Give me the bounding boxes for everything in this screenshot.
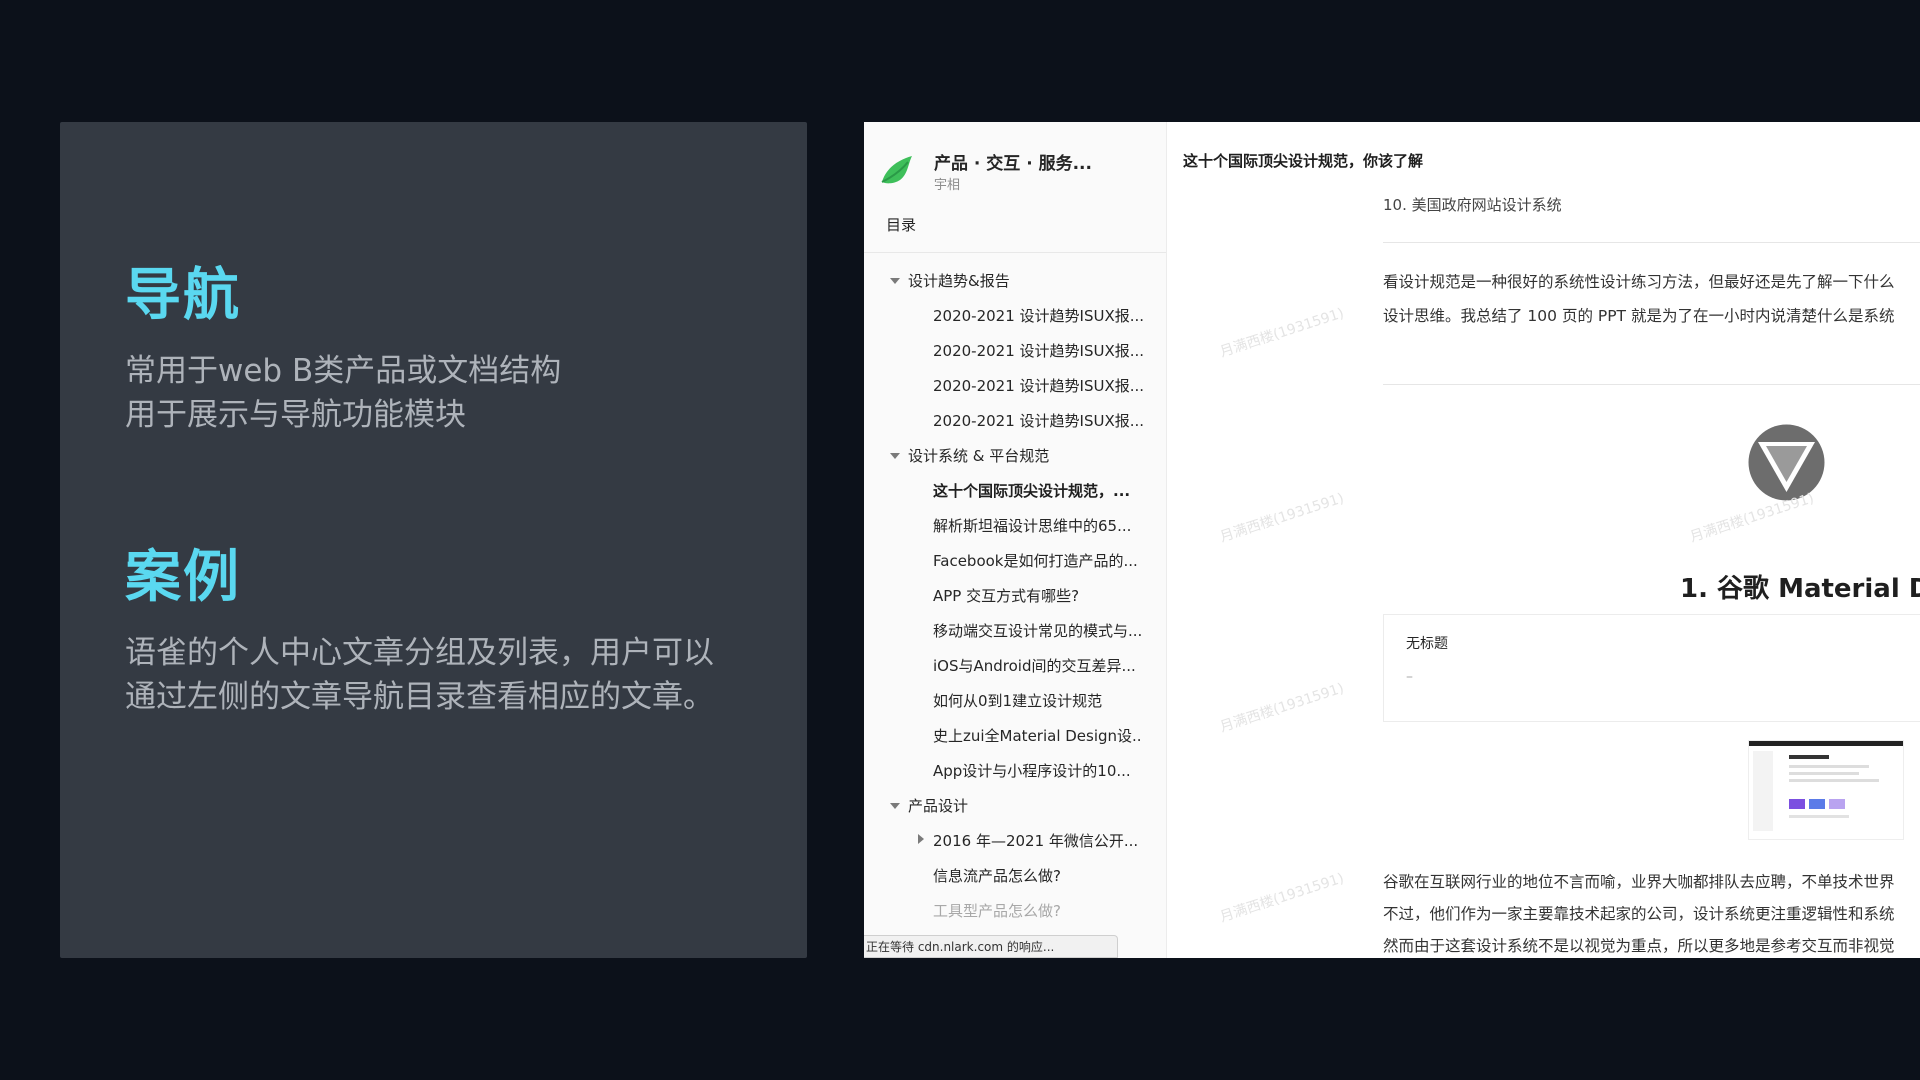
case-description: 语雀的个人中心文章分组及列表，用户可以 通过左侧的文章导航目录查看相应的文章。 — [125, 631, 765, 719]
nav-description: 常用于web B类产品或文档结构 用于展示与导航功能模块 — [125, 349, 765, 437]
nav-line-2: 用于展示与导航功能模块 — [125, 397, 466, 433]
yuque-bird-logo-icon — [881, 156, 912, 184]
toc-item[interactable]: 工具型产品怎么做? — [933, 900, 1143, 922]
case-line-2: 通过左侧的文章导航目录查看相应的文章。 — [125, 679, 714, 715]
watermark: 月满西楼(1931591) — [1218, 870, 1346, 926]
browser-status-bar: 正在等待 cdn.nlark.com 的响应... — [864, 935, 1118, 958]
toc-item[interactable]: 2016 年—2021 年微信公开... — [933, 830, 1143, 852]
guidelines-thumbnail-image[interactable] — [1748, 740, 1904, 840]
toc-item[interactable]: App设计与小程序设计的10... — [933, 760, 1143, 782]
article-toc-line[interactable]: 10. 美国政府网站设计系统 — [1383, 194, 1562, 215]
toc-group-product-design[interactable]: 产品设计 — [908, 795, 968, 817]
toc-group-trends[interactable]: 设计趋势&报告 — [908, 270, 1010, 292]
watermark: 月满西楼(1931591) — [1218, 680, 1346, 736]
toc-sidebar: 产品 · 交互 · 服务... 宇相 目录 设计趋势&报告 2020-2021 … — [864, 122, 1167, 958]
body-line-3: 然而由于这套设计系统不是以视觉为重点，所以更多地是参考交互而非视觉 — [1383, 937, 1895, 955]
divider — [1383, 384, 1920, 385]
toc-item[interactable]: 2020-2021 设计趋势ISUX报... — [933, 410, 1143, 432]
nav-line-1: 常用于web B类产品或文档结构 — [125, 353, 562, 389]
embed-desc: – — [1406, 669, 1413, 685]
toc-item[interactable]: iOS与Android间的交互差异... — [933, 655, 1143, 677]
embed-title: 无标题 — [1406, 636, 1448, 652]
toc-label: 目录 — [886, 216, 917, 234]
toc-item[interactable]: 如何从0到1建立设计规范 — [933, 690, 1143, 712]
toc-item[interactable]: 2020-2021 设计趋势ISUX报... — [933, 340, 1143, 362]
material-design-logo-icon — [1748, 424, 1825, 501]
toc-item-active[interactable]: 这十个国际顶尖设计规范，... — [933, 480, 1143, 502]
nav-heading: 导航 — [125, 263, 241, 328]
caret-down-icon[interactable] — [890, 278, 900, 284]
book-owner[interactable]: 宇相 — [934, 174, 960, 193]
toc-item[interactable]: 移动端交互设计常见的模式与... — [933, 620, 1143, 642]
section-heading: 1. 谷歌 Material Design — [1680, 574, 1920, 604]
toc-divider — [864, 252, 1166, 253]
toc-item[interactable]: 2020-2021 设计趋势ISUX报... — [933, 305, 1143, 327]
caret-down-icon[interactable] — [890, 453, 900, 459]
info-card: 导航 常用于web B类产品或文档结构 用于展示与导航功能模块 案例 语雀的个人… — [60, 122, 807, 958]
watermark: 月满西楼(1931591) — [1218, 490, 1346, 546]
divider — [1383, 242, 1920, 243]
body-line-1: 谷歌在互联网行业的地位不言而喻，业界大咖都排队去应聘，不单技术世界 — [1383, 873, 1895, 891]
toc-item[interactable]: Facebook是如何打造产品的... — [933, 550, 1143, 572]
caret-down-icon[interactable] — [890, 803, 900, 809]
body-line-2: 不过，他们作为一家主要靠技术起家的公司，设计系统更注重逻辑性和系统 — [1383, 905, 1895, 923]
article-pane: 这十个国际顶尖设计规范，你该了解 10. 美国政府网站设计系统 看设计规范是一种… — [1167, 122, 1920, 958]
case-heading: 案例 — [125, 545, 241, 610]
document-window: 产品 · 交互 · 服务... 宇相 目录 设计趋势&报告 2020-2021 … — [864, 122, 1920, 958]
toc-item[interactable]: 史上zui全Material Design设... — [933, 725, 1143, 747]
toc-item[interactable]: 解析斯坦福设计思维中的65... — [933, 515, 1143, 537]
toc-group-design-systems[interactable]: 设计系统 & 平台规范 — [908, 445, 1049, 467]
embed-card[interactable]: 无标题 – — [1383, 614, 1920, 722]
intro-line-2: 设计思维。我总结了 100 页的 PPT 就是为了在一小时内说清楚什么是系统 — [1383, 307, 1895, 325]
article-title: 这十个国际顶尖设计规范，你该了解 — [1183, 152, 1424, 170]
book-title[interactable]: 产品 · 交互 · 服务... — [934, 149, 1092, 174]
case-line-1: 语雀的个人中心文章分组及列表，用户可以 — [125, 635, 714, 671]
toc-item[interactable]: 信息流产品怎么做? — [933, 865, 1143, 887]
toc-item[interactable]: APP 交互方式有哪些? — [933, 585, 1143, 607]
watermark: 月满西楼(1931591) — [1218, 305, 1346, 361]
toc-item[interactable]: 2020-2021 设计趋势ISUX报... — [933, 375, 1143, 397]
caret-right-icon[interactable] — [918, 834, 924, 844]
intro-line-1: 看设计规范是一种很好的系统性设计练习方法，但最好还是先了解一下什么 — [1383, 273, 1895, 291]
